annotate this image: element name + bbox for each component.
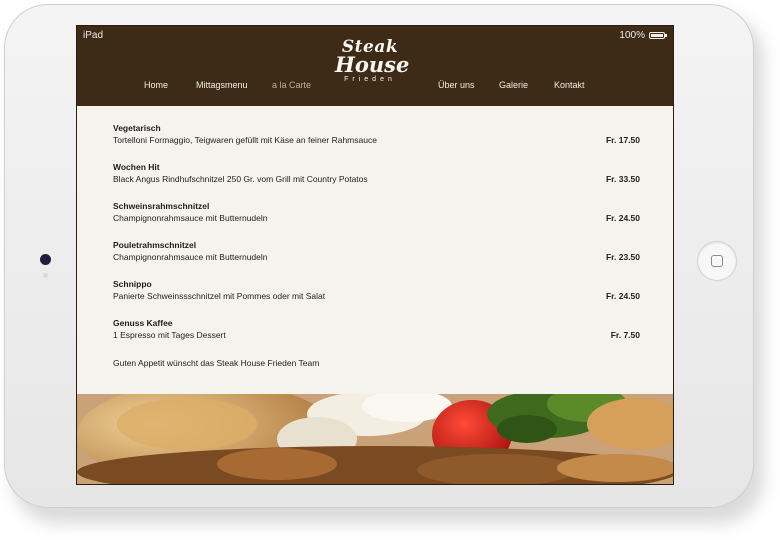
nav-galerie[interactable]: Galerie bbox=[499, 80, 528, 90]
menu-item-title: Genuss Kaffee bbox=[113, 318, 173, 328]
menu-item-price: Fr. 7.50 bbox=[610, 330, 640, 340]
battery-percent: 100% bbox=[619, 30, 645, 41]
menu-item-description: Panierte Schweinssschnitzel mit Pommes o… bbox=[113, 291, 326, 301]
home-square-icon bbox=[711, 255, 723, 267]
nav-kontakt[interactable]: Kontakt bbox=[554, 80, 585, 90]
home-button[interactable] bbox=[697, 241, 737, 281]
screen: iPad 100% Steak House Frieden Home Mitta… bbox=[76, 25, 674, 485]
menu-item-description: Champignonrahmsauce mit Butternudeln bbox=[113, 252, 268, 262]
menu-item-price: Fr. 23.50 bbox=[605, 252, 640, 262]
menu-item: Vegetarisch Tortelloni Formaggio, Teigwa… bbox=[113, 122, 640, 161]
menu-item-description: Champignonrahmsauce mit Butternudeln bbox=[113, 213, 268, 223]
light-sensor bbox=[43, 273, 48, 278]
site-header: iPad 100% Steak House Frieden Home Mitta… bbox=[77, 26, 673, 106]
food-photo bbox=[77, 394, 673, 484]
menu-item: Schnippo Panierte Schweinssschnitzel mit… bbox=[113, 278, 640, 317]
menu-item-price: Fr. 24.50 bbox=[605, 213, 640, 223]
menu-item-title: Pouletrahmschnitzel bbox=[113, 240, 197, 250]
menu-item-title: Schweinsrahmschnitzel bbox=[113, 201, 210, 211]
status-device-label: iPad bbox=[83, 30, 104, 41]
menu-item-description: Black Angus Rindhufschnitzel 250 Gr. vom… bbox=[113, 174, 368, 184]
food-photo-illustration bbox=[77, 394, 673, 484]
nav-ueber-uns[interactable]: Über uns bbox=[438, 80, 475, 90]
menu-list: Vegetarisch Tortelloni Formaggio, Teigwa… bbox=[113, 122, 640, 368]
front-camera bbox=[40, 254, 51, 265]
site-logo[interactable]: Steak House Frieden bbox=[335, 39, 410, 84]
nav-a-la-carte[interactable]: a la Carte bbox=[272, 80, 311, 90]
menu-item-title: Vegetarisch bbox=[113, 123, 161, 133]
menu-item-price: Fr. 17.50 bbox=[605, 135, 640, 145]
menu-item-title: Schnippo bbox=[113, 279, 152, 289]
status-battery: 100% bbox=[619, 30, 667, 41]
nav-mittagsmenu[interactable]: Mittagsmenu bbox=[196, 80, 248, 90]
battery-icon bbox=[649, 32, 667, 39]
nav-home[interactable]: Home bbox=[144, 80, 168, 90]
logo-line-3: Frieden bbox=[344, 76, 396, 83]
menu-item-description: 1 Espresso mit Tages Dessert bbox=[113, 330, 226, 340]
menu-item: Pouletrahmschnitzel Champignonrahmsauce … bbox=[113, 239, 640, 278]
menu-item: Genuss Kaffee 1 Espresso mit Tages Desse… bbox=[113, 317, 640, 356]
menu-item-price: Fr. 33.50 bbox=[605, 174, 640, 184]
menu-item: Wochen Hit Black Angus Rindhufschnitzel … bbox=[113, 161, 640, 200]
menu-item-title: Wochen Hit bbox=[113, 162, 160, 172]
logo-line-2: House bbox=[335, 52, 410, 77]
menu-item-price: Fr. 24.50 bbox=[605, 291, 640, 301]
menu-item: Schweinsrahmschnitzel Champignonrahmsauc… bbox=[113, 200, 640, 239]
menu-item-description: Tortelloni Formaggio, Teigwaren gefüllt … bbox=[113, 135, 377, 145]
footer-note: Guten Appetit wünscht das Steak House Fr… bbox=[113, 358, 320, 368]
